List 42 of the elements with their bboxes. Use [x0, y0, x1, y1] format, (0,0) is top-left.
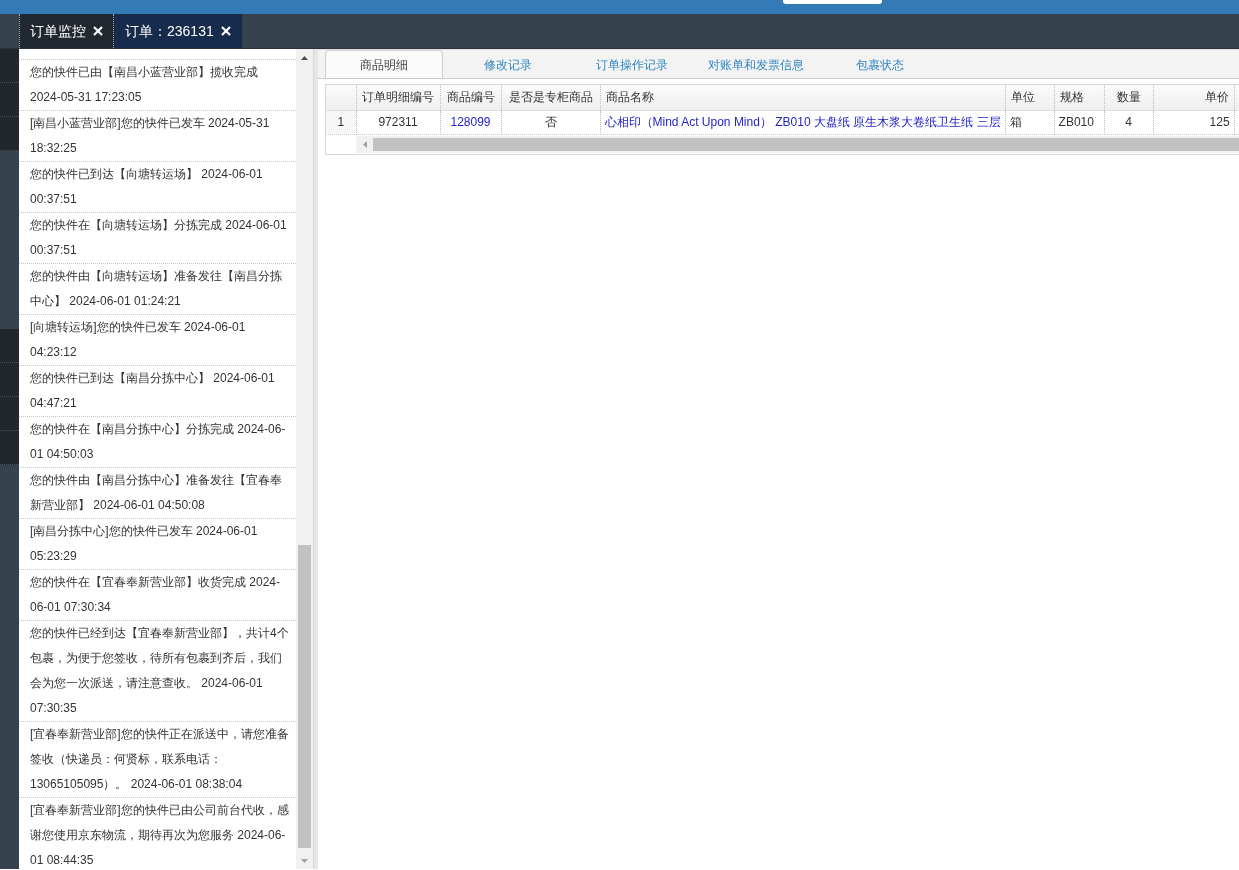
- product-code-link[interactable]: 128099: [450, 115, 491, 129]
- close-icon[interactable]: [220, 26, 231, 36]
- table-cell: 4: [1104, 110, 1154, 134]
- tab[interactable]: 包裹状态: [821, 51, 939, 78]
- sidebar-menu-item[interactable]: [0, 117, 19, 151]
- tab[interactable]: 订单：236131: [114, 14, 242, 48]
- sidebar-menu-item[interactable]: [0, 363, 19, 397]
- table-header-cell: [326, 85, 356, 110]
- scroll-down-arrow-icon[interactable]: [301, 858, 308, 863]
- table-cell: 否: [501, 110, 600, 134]
- table-header-cell: 商品编号: [440, 85, 501, 110]
- tab[interactable]: 修改记录: [449, 51, 567, 78]
- table-cell: 125: [1153, 110, 1235, 134]
- sidebar-menu-item[interactable]: [0, 83, 19, 117]
- scrollbar-thumb[interactable]: [298, 545, 311, 848]
- sidebar-menu-item[interactable]: [0, 431, 19, 465]
- table-header-cell: 商品名称: [600, 85, 1006, 110]
- scroll-left-arrow-icon[interactable]: [362, 140, 367, 148]
- table-cell: 箱: [1005, 110, 1055, 134]
- tab[interactable]: 商品明细: [325, 50, 443, 78]
- close-icon[interactable]: [93, 26, 103, 36]
- scroll-up-arrow-icon[interactable]: [301, 55, 308, 60]
- table-header-cell: 单价: [1153, 85, 1235, 110]
- sidebar-menu-item[interactable]: [0, 397, 19, 431]
- tab[interactable]: 订单监控: [19, 14, 114, 48]
- table-header-cell: 数量: [1104, 85, 1154, 110]
- table-header-cell: 是否是专柜商品: [501, 85, 600, 110]
- tab[interactable]: 订单操作记录: [573, 51, 691, 78]
- tab[interactable]: 对账单和发票信息: [697, 51, 815, 78]
- product-name-link[interactable]: 心相印（Mind Act Upon Mind） ZB010 大盘纸 原生木浆大卷纸卫生纸 三层: [604, 115, 1001, 129]
- table-header-cell: 单位: [1005, 85, 1055, 110]
- table-header-cell: 订单明细编号: [356, 85, 440, 110]
- sidebar-menu-item[interactable]: [0, 49, 19, 83]
- input-field[interactable]: [783, 0, 882, 4]
- sidebar-menu-item[interactable]: [0, 329, 19, 363]
- row-number-cell: 1: [326, 110, 356, 134]
- horizontal-scrollbar[interactable]: [356, 135, 1239, 153]
- table-cell: 972311: [356, 110, 440, 134]
- table-cell: ZB010: [1054, 110, 1105, 134]
- vertical-scrollbar[interactable]: [296, 49, 313, 869]
- table-header-cell: 规格: [1054, 85, 1105, 110]
- scrollbar-thumb[interactable]: [373, 137, 1239, 151]
